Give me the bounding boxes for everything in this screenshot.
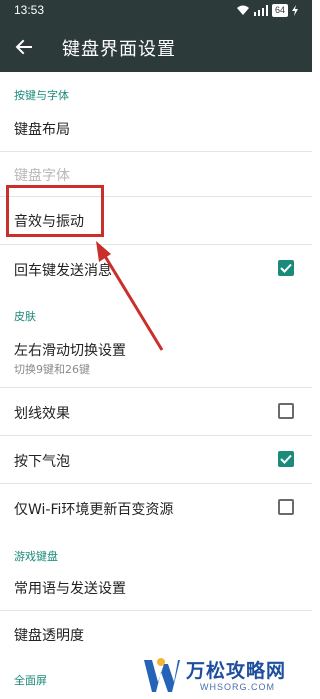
- status-time: 13:53: [14, 3, 45, 17]
- setting-label: 划线效果: [14, 406, 70, 422]
- setting-label: 键盘透明度: [14, 628, 84, 644]
- check-icon: [280, 263, 292, 273]
- section-header-fullscreen: 全面屏: [14, 674, 47, 687]
- setting-label: 键盘字体: [14, 168, 70, 184]
- setting-common-phrases[interactable]: 常用语与发送设置: [0, 566, 312, 610]
- wifi-update-checkbox[interactable]: [278, 499, 294, 515]
- setting-label: 回车键发送消息: [14, 263, 112, 279]
- setting-keyboard-layout[interactable]: 键盘布局: [0, 105, 312, 151]
- watermark-logo: [144, 658, 180, 692]
- status-bar: 13:53 64: [0, 0, 312, 22]
- press-bubble-checkbox[interactable]: [278, 451, 294, 467]
- app-bar: 键盘界面设置: [0, 22, 312, 72]
- watermark: 万松攻略网 WHSORG.COM: [140, 654, 312, 699]
- battery-icon: 64: [271, 4, 288, 17]
- arrow-left-icon: [15, 39, 32, 55]
- setting-subtitle: 切换9键和26键: [14, 363, 90, 376]
- setting-label: 按下气泡: [14, 454, 70, 470]
- setting-wifi-update[interactable]: 仅Wi-Fi环境更新百变资源: [0, 484, 312, 532]
- signal-icon: [253, 5, 268, 16]
- setting-enter-send[interactable]: 回车键发送消息: [0, 245, 312, 291]
- check-icon: [280, 454, 292, 464]
- setting-label: 左右滑动切换设置: [14, 343, 126, 359]
- setting-label: 键盘布局: [14, 122, 70, 138]
- watermark-brand: 万松攻略网: [186, 660, 287, 682]
- wifi-icon: [236, 5, 249, 15]
- section-header-keys-fonts: 按键与字体: [14, 89, 69, 102]
- highlight-box: [6, 185, 104, 237]
- section-header-game-keyboard: 游戏键盘: [14, 550, 58, 563]
- setting-swipe-switch[interactable]: 左右滑动切换设置 切换9键和26键: [0, 330, 312, 386]
- setting-press-bubble[interactable]: 按下气泡: [0, 436, 312, 483]
- back-button[interactable]: [10, 35, 38, 59]
- section-header-skin: 皮肤: [14, 310, 36, 323]
- setting-label: 常用语与发送设置: [14, 581, 126, 597]
- page-title: 键盘界面设置: [62, 39, 176, 60]
- setting-label: 仅Wi-Fi环境更新百变资源: [14, 502, 174, 518]
- line-effect-checkbox[interactable]: [278, 403, 294, 419]
- watermark-domain: WHSORG.COM: [200, 682, 275, 692]
- enter-send-checkbox[interactable]: [278, 260, 294, 276]
- status-icons: 64: [236, 4, 298, 17]
- setting-line-effect[interactable]: 划线效果: [0, 388, 312, 435]
- charging-icon: [292, 5, 298, 16]
- setting-keyboard-transparency[interactable]: 键盘透明度: [0, 611, 312, 657]
